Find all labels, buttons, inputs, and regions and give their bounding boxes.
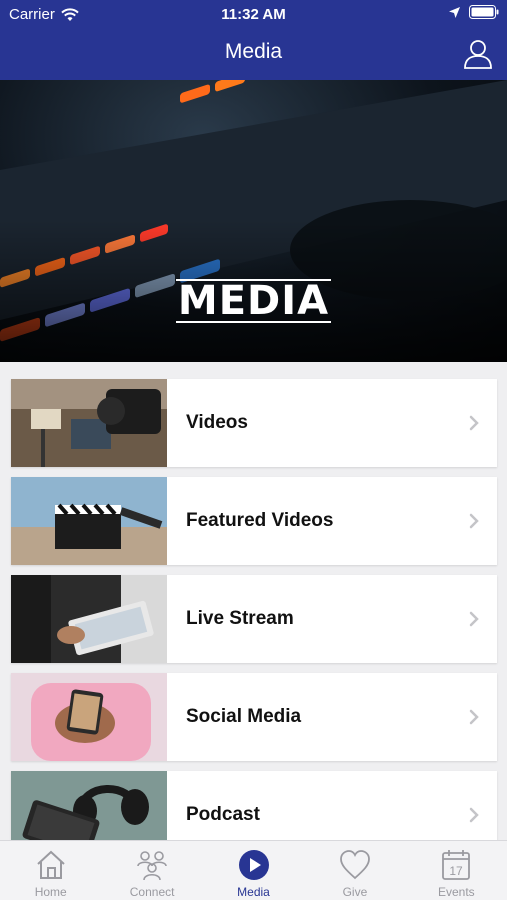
menu-item-videos[interactable]: Videos	[11, 379, 497, 467]
menu-item-label: Podcast	[186, 804, 260, 825]
status-time: 11:32 AM	[221, 6, 286, 23]
tab-label: Connect	[129, 885, 175, 899]
play-icon	[238, 850, 269, 880]
hero-banner: MEDIA	[0, 80, 507, 362]
home-icon	[37, 850, 65, 879]
chevron-right-icon	[469, 513, 479, 529]
tablet-thumb	[11, 575, 167, 663]
tab-label: Home	[34, 885, 67, 899]
tab-label: Media	[237, 885, 270, 899]
chevron-right-icon	[469, 807, 479, 823]
menu-item-label: Featured Videos	[186, 510, 334, 531]
tab-label: Give	[342, 885, 368, 899]
tab-bar: Home Connect Media Give 17 Events	[0, 840, 507, 900]
chevron-right-icon	[469, 611, 479, 627]
chevron-right-icon	[469, 709, 479, 725]
chevron-right-icon	[469, 415, 479, 431]
status-bar: Carrier 11:32 AM	[0, 0, 507, 30]
heart-icon	[340, 850, 370, 880]
menu-item-label: Social Media	[186, 706, 302, 727]
svg-text:17: 17	[450, 864, 464, 878]
status-right	[448, 5, 499, 19]
battery-icon	[469, 5, 499, 19]
hero-title: MEDIA	[175, 278, 332, 324]
menu-item-live-stream[interactable]: Live Stream	[11, 575, 497, 663]
tab-media[interactable]: Media	[203, 841, 304, 900]
tab-label: Events	[437, 885, 475, 899]
tab-home[interactable]: Home	[0, 841, 101, 900]
calendar-icon: 17	[442, 850, 471, 880]
camera-thumb	[11, 379, 167, 467]
phone-thumb	[11, 673, 167, 761]
page-title: Media	[224, 40, 283, 63]
menu-item-label: Videos	[186, 412, 248, 433]
menu-item-featured-videos[interactable]: Featured Videos	[11, 477, 497, 565]
tab-events[interactable]: 17 Events	[406, 841, 507, 900]
menu-item-label: Live Stream	[186, 608, 294, 629]
tab-connect[interactable]: Connect	[101, 841, 202, 900]
top-bar: Carrier 11:32 AM Media	[0, 0, 507, 80]
profile-icon[interactable]	[463, 38, 493, 70]
tab-give[interactable]: Give	[304, 841, 405, 900]
menu-item-social-media[interactable]: Social Media	[11, 673, 497, 761]
location-arrow-icon	[449, 6, 460, 18]
clapperboard-thumb	[11, 477, 167, 565]
connect-icon	[137, 851, 167, 881]
